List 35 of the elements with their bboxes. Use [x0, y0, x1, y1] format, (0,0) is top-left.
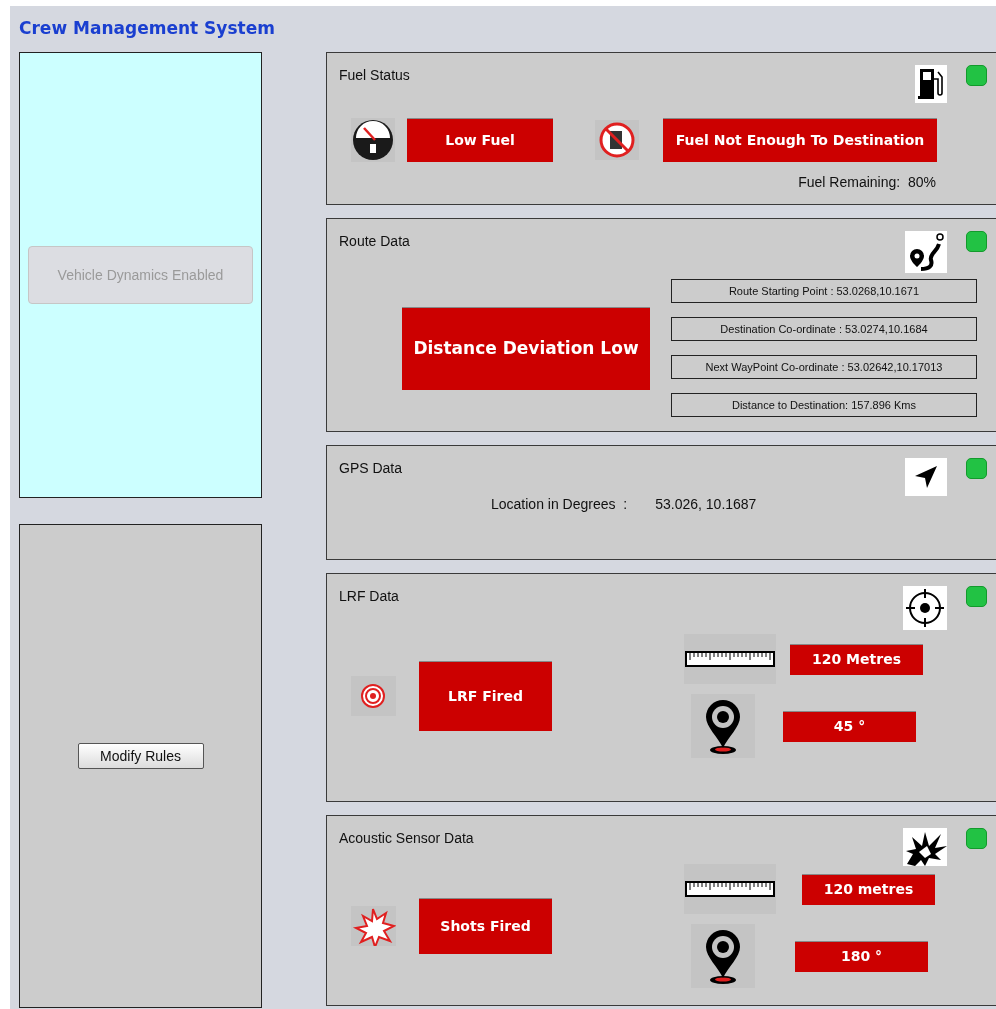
location-value: 53.026, 10.1687 — [655, 495, 757, 514]
modify-rules-button[interactable]: Modify Rules — [77, 743, 204, 769]
target-icon — [351, 676, 396, 716]
alert-label: 180 ° — [795, 940, 928, 972]
crosshair-icon — [903, 586, 947, 630]
alert-label: 120 Metres — [790, 643, 923, 675]
route-info-field: Next WayPoint Co-ordinate : 53.02642,10.17013 — [671, 355, 977, 379]
explosion-icon — [903, 828, 947, 866]
location-pin-icon — [691, 924, 755, 988]
panel-title: GPS Data — [339, 459, 403, 478]
alert-label: Shots Fired — [419, 898, 552, 954]
panel-title: Acoustic Sensor Data — [339, 829, 474, 848]
panel-title: Fuel Status — [339, 66, 410, 85]
fuel-pump-icon — [915, 65, 947, 103]
alert-label: 120 metres — [802, 873, 935, 905]
fuel-remaining-text: Fuel Remaining: 80% — [798, 173, 936, 192]
alert-label: LRF Fired — [419, 661, 552, 731]
alert-label: 45 ° — [783, 710, 916, 742]
burst-icon — [351, 906, 396, 946]
alert-label: Fuel Not Enough To Destination — [663, 118, 937, 162]
route-icon — [905, 231, 947, 273]
ruler-icon — [684, 864, 776, 914]
location-label: Location in Degrees : — [491, 495, 628, 514]
route-info-field: Distance to Destination: 157.896 Kms — [671, 393, 977, 417]
fuel-gauge-icon — [351, 118, 395, 162]
panel-title: Route Data — [339, 232, 410, 251]
app-title: Crew Management System — [19, 18, 275, 38]
route-info-field: Route Starting Point : 53.0268,10.1671 — [671, 279, 977, 303]
panel-title: LRF Data — [339, 587, 399, 606]
route-info-field: Destination Co-ordinate : 53.0274,10.1684 — [671, 317, 977, 341]
ruler-icon — [684, 634, 776, 684]
location-pin-icon — [691, 694, 755, 758]
alert-label: Low Fuel — [407, 118, 553, 162]
alert-label: Distance Deviation Low — [402, 306, 650, 390]
no-fuel-icon — [595, 120, 639, 160]
